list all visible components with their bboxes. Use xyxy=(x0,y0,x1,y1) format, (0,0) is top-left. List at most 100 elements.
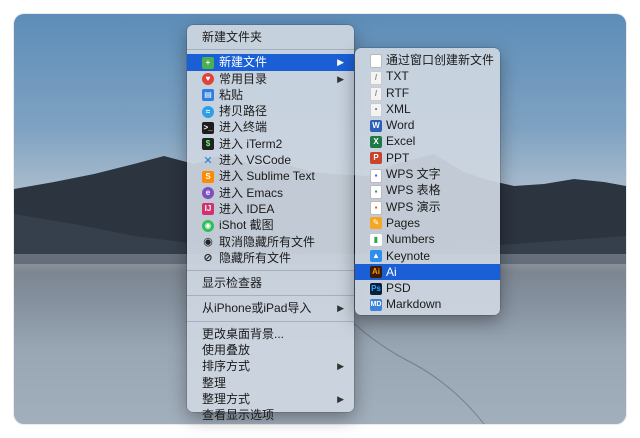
submenu-item-markdown[interactable]: MD Markdown xyxy=(355,296,500,312)
chevron-right-icon: ▶ xyxy=(337,393,344,404)
separator xyxy=(187,270,354,272)
submenu-item-wps-sheet[interactable]: ▪ WPS 表格 xyxy=(355,182,500,199)
word-label: Word xyxy=(386,118,415,133)
rtf-file-icon: / xyxy=(370,87,382,102)
ppt-icon: P xyxy=(370,152,382,165)
change-bg-label: 更改桌面背景... xyxy=(202,326,285,341)
new-file-submenu: 通过窗口创建新文件 / TXT / RTF • XML W Word X Exc… xyxy=(355,48,500,315)
numbers-label: Numbers xyxy=(386,232,435,247)
keynote-icon: ▲ xyxy=(370,250,382,263)
vscode-icon: ✕ xyxy=(203,154,213,167)
submenu-item-rtf[interactable]: / RTF xyxy=(355,85,500,102)
submenu-item-excel[interactable]: X Excel xyxy=(355,133,500,149)
emacs-icon: e xyxy=(202,187,214,200)
eye-slash-icon: ⊘ xyxy=(203,252,213,265)
sublime-label: 进入 Sublime Text xyxy=(219,169,315,184)
wps-doc-icon: ▪ xyxy=(370,168,382,183)
sublime-icon: S xyxy=(202,170,214,183)
vscode-label: 进入 VSCode xyxy=(219,153,292,168)
common-dirs-label: 常用目录 xyxy=(219,71,268,86)
photoshop-icon: Ps xyxy=(370,282,382,295)
unhide-all-label: 取消隐藏所有文件 xyxy=(219,234,316,249)
submenu-item-pages[interactable]: ✎ Pages xyxy=(355,215,500,231)
chevron-right-icon: ▶ xyxy=(337,303,344,314)
menu-item-view-options[interactable]: 查看显示选项 xyxy=(187,407,354,423)
submenu-item-xml[interactable]: • XML xyxy=(355,101,500,118)
menu-item-hide-all[interactable]: ⊘ 隐藏所有文件 xyxy=(187,250,354,266)
eye-icon: ◉ xyxy=(203,236,213,249)
menu-item-common-dirs[interactable]: ♥ 常用目录 ▶ xyxy=(187,71,354,87)
show-inspector-label: 显示检查器 xyxy=(202,276,263,291)
menu-item-unhide-all[interactable]: ◉ 取消隐藏所有文件 xyxy=(187,234,354,250)
menu-item-iterm2[interactable]: $ 进入 iTerm2 xyxy=(187,136,354,152)
menu-item-clean-up-by[interactable]: 整理方式 ▶ xyxy=(187,391,354,407)
submenu-item-ai[interactable]: Ai Ai xyxy=(355,263,500,281)
menu-item-new-folder[interactable]: 新建文件夹 xyxy=(187,29,354,45)
menu-item-new-file[interactable]: + 新建文件 ▶ xyxy=(187,54,354,71)
keynote-label: Keynote xyxy=(386,248,431,263)
from-window-label: 通过窗口创建新文件 xyxy=(386,53,495,67)
xml-file-icon: • xyxy=(370,103,382,118)
txt-file-icon: / xyxy=(370,70,382,85)
new-file-label: 新建文件 xyxy=(219,55,268,70)
clean-up-by-label: 整理方式 xyxy=(202,391,251,406)
submenu-item-from-window[interactable]: 通过窗口创建新文件 xyxy=(355,52,500,68)
markdown-label: Markdown xyxy=(386,297,442,312)
menu-item-change-bg[interactable]: 更改桌面背景... xyxy=(187,326,354,342)
sort-by-label: 排序方式 xyxy=(202,359,251,374)
separator xyxy=(187,295,354,297)
ishot-icon: ◉ xyxy=(202,219,214,232)
submenu-item-ppt[interactable]: P PPT xyxy=(355,150,500,166)
menu-item-show-inspector[interactable]: 显示检查器 xyxy=(187,275,354,291)
txt-label: TXT xyxy=(386,69,409,84)
numbers-icon: ▮ xyxy=(370,233,382,246)
new-file-icon: + xyxy=(202,56,214,69)
path-icon: ≈ xyxy=(202,105,214,118)
wps-sheet-icon: ▪ xyxy=(370,184,382,199)
iterm2-label: 进入 iTerm2 xyxy=(219,136,283,151)
blank-document-icon xyxy=(370,54,382,68)
submenu-item-psd[interactable]: Ps PSD xyxy=(355,280,500,296)
menu-item-ishot[interactable]: ◉ iShot 截图 xyxy=(187,217,354,233)
ai-label: Ai xyxy=(386,264,397,279)
menu-item-sublime[interactable]: S 进入 Sublime Text xyxy=(187,168,354,184)
menu-item-sort-by[interactable]: 排序方式 ▶ xyxy=(187,358,354,374)
clean-up-label: 整理 xyxy=(202,375,227,390)
menu-item-use-stacks[interactable]: 使用叠放 xyxy=(187,342,354,358)
wps-doc-label: WPS 文字 xyxy=(386,167,441,182)
emacs-label: 进入 Emacs xyxy=(219,185,284,200)
hide-all-label: 隐藏所有文件 xyxy=(219,250,292,265)
copy-path-label: 拷贝路径 xyxy=(219,104,268,119)
submenu-item-wps-doc[interactable]: ▪ WPS 文字 xyxy=(355,166,500,183)
menu-item-vscode[interactable]: ✕ 进入 VSCode xyxy=(187,152,354,168)
idea-label: 进入 IDEA xyxy=(219,201,275,216)
submenu-item-word[interactable]: W Word xyxy=(355,117,500,133)
menu-item-terminal[interactable]: >_ 进入终端 xyxy=(187,119,354,135)
import-iphone-label: 从iPhone或iPad导入 xyxy=(202,301,312,316)
terminal-icon: >_ xyxy=(202,121,214,134)
submenu-item-txt[interactable]: / TXT xyxy=(355,68,500,85)
menu-item-copy-path[interactable]: ≈ 拷贝路径 xyxy=(187,103,354,119)
pages-icon: ✎ xyxy=(370,217,382,230)
context-menu: 新建文件夹 + 新建文件 ▶ ♥ 常用目录 ▶ ▤ 粘贴 ≈ 拷贝路径 >_ 进… xyxy=(187,25,354,422)
submenu-item-keynote[interactable]: ▲ Keynote xyxy=(355,248,500,264)
chevron-right-icon: ▶ xyxy=(337,57,344,68)
submenu-item-wps-show[interactable]: ▪ WPS 演示 xyxy=(355,199,500,216)
separator xyxy=(187,320,354,322)
terminal-label: 进入终端 xyxy=(219,120,268,135)
menu-item-idea[interactable]: IJ 进入 IDEA xyxy=(187,201,354,217)
wps-sheet-label: WPS 表格 xyxy=(386,183,441,198)
excel-label: Excel xyxy=(386,134,416,149)
use-stacks-label: 使用叠放 xyxy=(202,343,251,358)
pages-label: Pages xyxy=(386,215,421,230)
idea-icon: IJ xyxy=(202,203,214,216)
clipboard-icon: ▤ xyxy=(202,89,214,102)
menu-item-paste[interactable]: ▤ 粘贴 xyxy=(187,87,354,103)
wps-show-label: WPS 演示 xyxy=(386,199,441,214)
menu-item-emacs[interactable]: e 进入 Emacs xyxy=(187,185,354,201)
iterm2-icon: $ xyxy=(202,138,214,151)
menu-item-import-iphone[interactable]: 从iPhone或iPad导入 ▶ xyxy=(187,300,354,316)
paste-label: 粘贴 xyxy=(219,87,244,102)
submenu-item-numbers[interactable]: ▮ Numbers xyxy=(355,231,500,247)
menu-item-clean-up[interactable]: 整理 xyxy=(187,375,354,391)
